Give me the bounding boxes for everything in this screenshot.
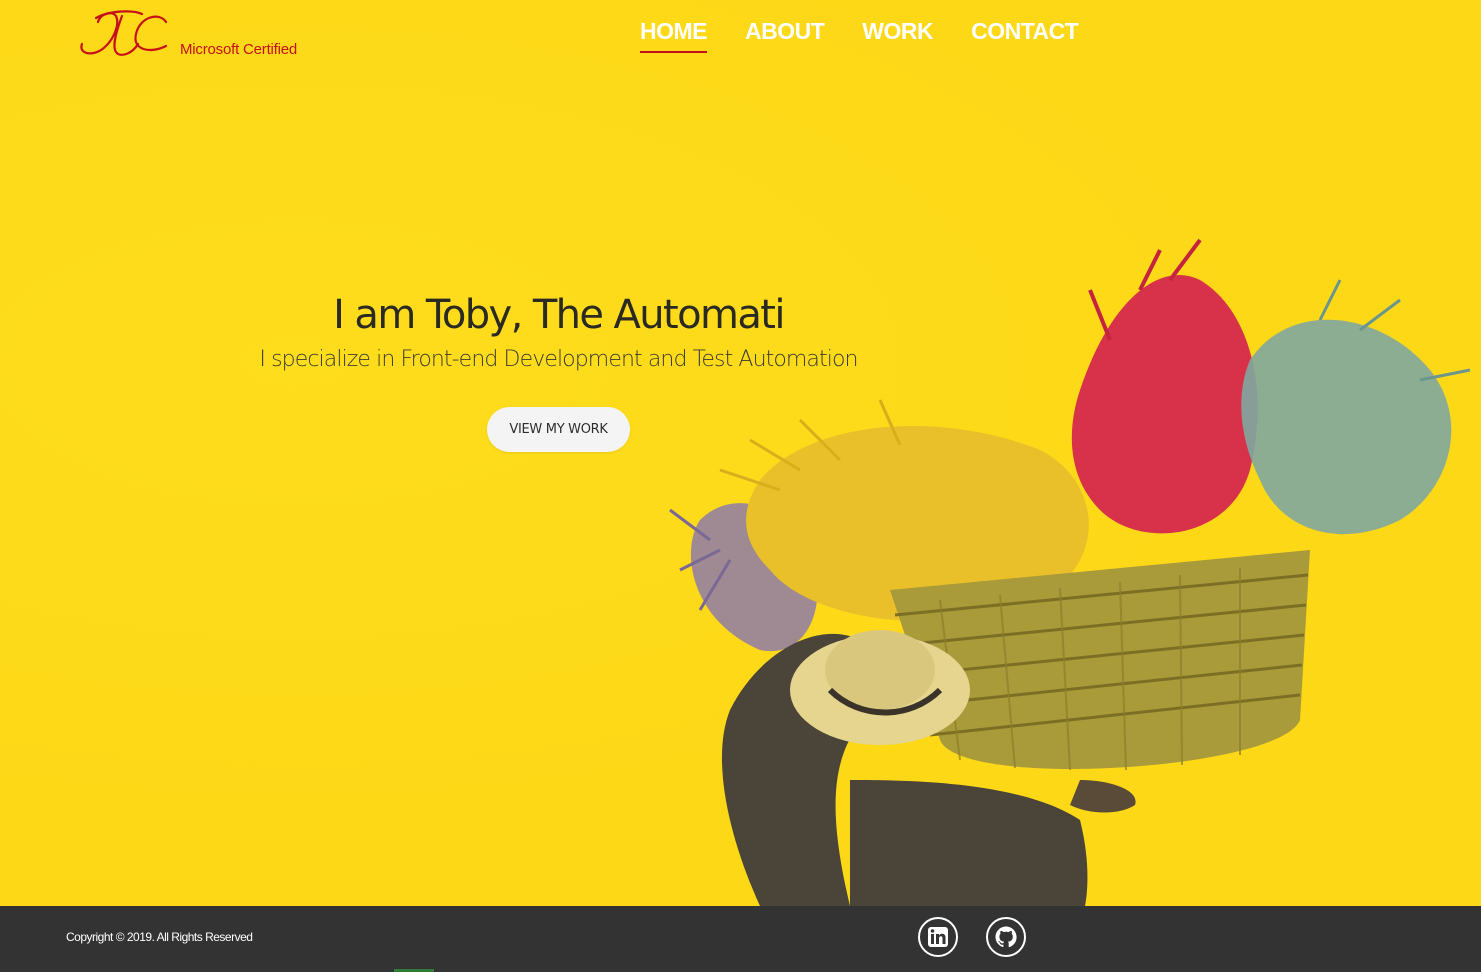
- copyright-text: Copyright © 2019. All Rights Reserved: [66, 930, 253, 944]
- nav-link-contact[interactable]: CONTACT: [971, 16, 1079, 52]
- logo-monogram-icon: [80, 10, 168, 56]
- site-footer: Copyright © 2019. All Rights Reserved: [0, 906, 1481, 972]
- linkedin-link[interactable]: [918, 917, 958, 957]
- hero-photo-basket-carrier: [669, 238, 1471, 906]
- site-logo[interactable]: Microsoft Certified: [76, 6, 316, 62]
- logo-caption: Microsoft Certified: [180, 41, 298, 58]
- github-icon: [995, 926, 1017, 948]
- hero-section: Microsoft Certified HOME ABOUT WORK CONT…: [0, 0, 1481, 906]
- grass-teal: [1241, 279, 1471, 535]
- github-link[interactable]: [986, 917, 1026, 957]
- view-my-work-button[interactable]: VIEW MY WORK: [487, 407, 630, 452]
- grass-red: [1071, 238, 1258, 534]
- nav-link-work[interactable]: WORK: [862, 16, 933, 52]
- linkedin-icon: [928, 927, 948, 947]
- nav-link-about[interactable]: ABOUT: [745, 16, 825, 52]
- nav-link-home[interactable]: HOME: [640, 16, 708, 53]
- main-navigation: HOME ABOUT WORK CONTACT: [640, 16, 1079, 53]
